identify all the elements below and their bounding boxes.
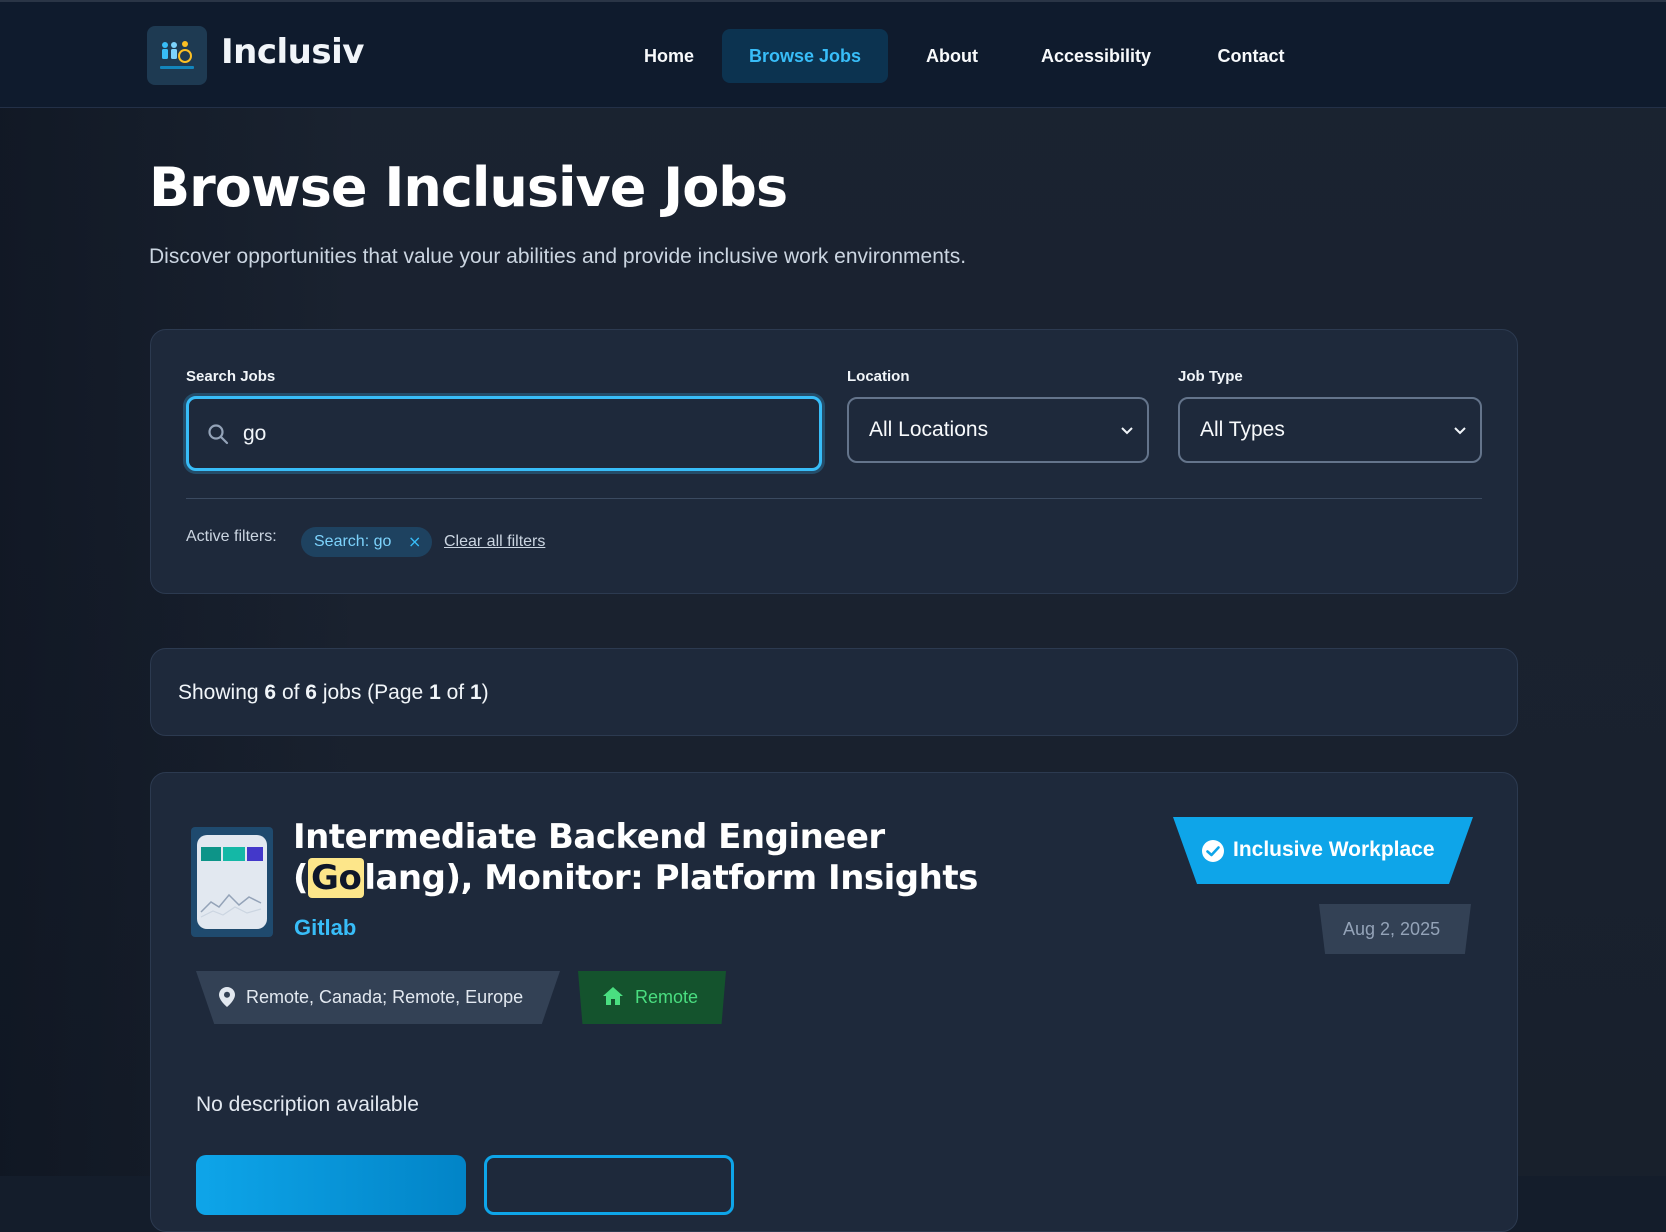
location-select[interactable]: All Locations xyxy=(847,397,1149,463)
work-mode-tag: Remote xyxy=(578,971,726,1024)
posted-date-badge: Aug 2, 2025 xyxy=(1319,904,1471,954)
posted-date: Aug 2, 2025 xyxy=(1343,919,1441,939)
job-card[interactable]: Intermediate Backend Engineer (Golang), … xyxy=(150,772,1518,1232)
chevron-down-icon xyxy=(1454,427,1466,435)
job-title[interactable]: Intermediate Backend Engineer (Golang), … xyxy=(293,817,1053,899)
home-icon xyxy=(603,987,623,1005)
page-subtitle: Discover opportunities that value your a… xyxy=(149,245,967,268)
results-count-text: Showing 6 of 6 jobs (Page 1 of 1) xyxy=(178,681,489,704)
inclusive-workplace-label: Inclusive Workplace xyxy=(1233,838,1435,861)
company-name[interactable]: Gitlab xyxy=(294,915,356,941)
chevron-down-icon xyxy=(1121,427,1133,435)
job-type-select-value: All Types xyxy=(1200,418,1285,441)
location-select-value: All Locations xyxy=(869,418,989,441)
company-logo xyxy=(191,827,273,937)
search-input[interactable] xyxy=(243,414,803,454)
brand-name[interactable]: Inclusiv xyxy=(221,32,364,72)
job-description: No description available xyxy=(196,1093,419,1116)
inclusive-workplace-badge: Inclusive Workplace xyxy=(1173,817,1473,884)
filter-divider xyxy=(186,498,1482,499)
accessibility-people-icon xyxy=(160,40,194,69)
results-summary: Showing 6 of 6 jobs (Page 1 of 1) xyxy=(150,648,1518,736)
nav-browse-jobs[interactable]: Browse Jobs xyxy=(722,29,888,83)
filter-panel: Search Jobs Location All Locations Job T… xyxy=(150,329,1518,594)
filter-chip-label: Search: go xyxy=(314,533,392,550)
job-type-select[interactable]: All Types xyxy=(1178,397,1482,463)
remove-filter-icon[interactable]: × xyxy=(408,532,421,551)
job-type-label: Job Type xyxy=(1178,368,1243,385)
site-header: Inclusiv Home Browse Jobs About Accessib… xyxy=(0,0,1666,108)
clear-all-filters-link[interactable]: Clear all filters xyxy=(444,533,545,551)
location-text: Remote, Canada; Remote, Europe xyxy=(246,987,524,1007)
nav-contact[interactable]: Contact xyxy=(1196,29,1306,83)
active-filters-label: Active filters: xyxy=(186,528,277,545)
apply-button[interactable] xyxy=(196,1155,466,1215)
search-label: Search Jobs xyxy=(186,368,276,385)
page-title: Browse Inclusive Jobs xyxy=(149,156,788,219)
nav-home[interactable]: Home xyxy=(614,29,724,83)
location-tag: Remote, Canada; Remote, Europe xyxy=(196,971,560,1024)
filter-chip-search: Search: go × xyxy=(301,527,432,557)
details-button[interactable] xyxy=(484,1155,734,1215)
search-icon xyxy=(208,424,229,445)
logo[interactable] xyxy=(147,26,207,85)
location-label: Location xyxy=(847,368,910,385)
nav-about[interactable]: About xyxy=(900,29,1004,83)
search-highlight: Go xyxy=(308,858,365,898)
work-mode-text: Remote xyxy=(635,987,699,1007)
nav-accessibility[interactable]: Accessibility xyxy=(1026,29,1166,83)
map-pin-icon xyxy=(219,987,235,1007)
search-field[interactable] xyxy=(186,396,822,471)
check-circle-icon xyxy=(1202,840,1224,862)
